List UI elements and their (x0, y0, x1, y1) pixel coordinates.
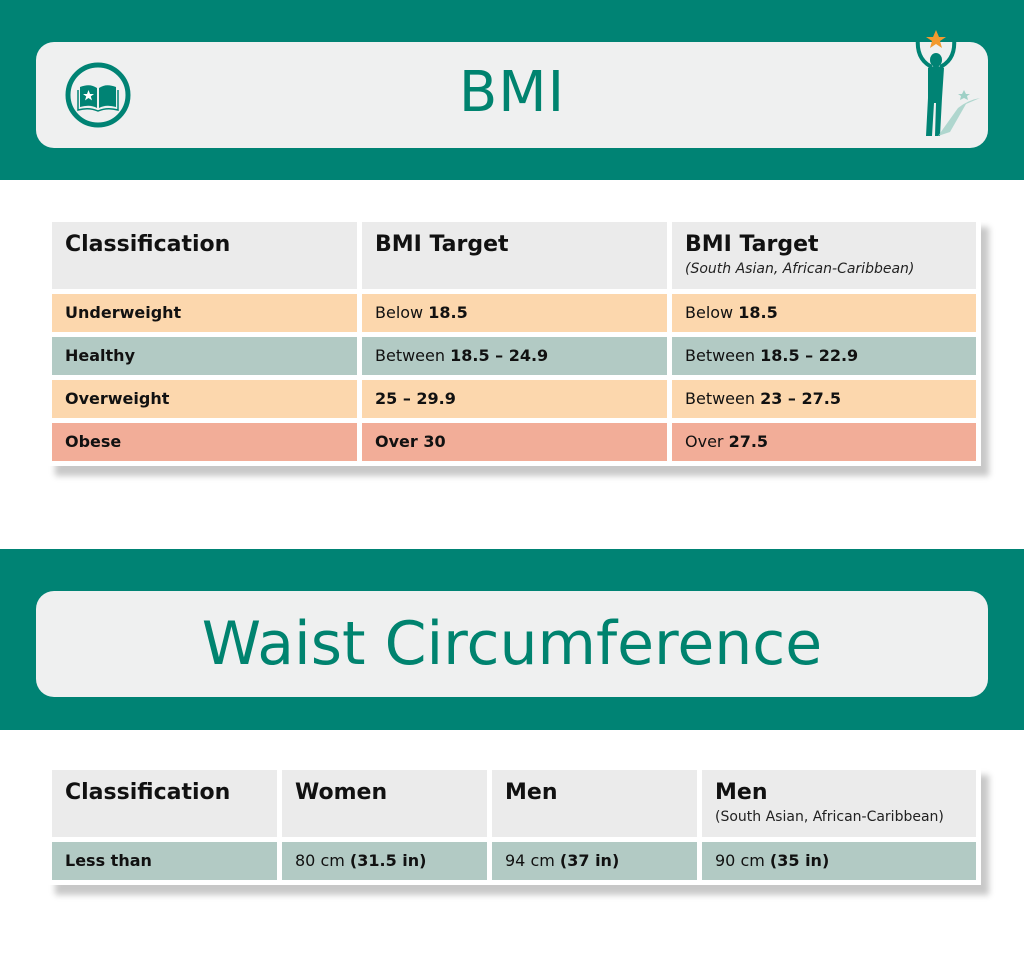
classification-cell: Less than (52, 842, 277, 880)
header-men-ethnic: Men (South Asian, African-Caribbean) (702, 770, 976, 837)
bmi-title: BMI (458, 60, 566, 125)
header-bmi-target-ethnic: BMI Target (South Asian, African-Caribbe… (672, 222, 976, 289)
header-subtitle: (South Asian, African-Caribbean) (715, 809, 944, 826)
waist-table-header-row: Classification Women Men Men (South Asia… (52, 770, 976, 837)
table-row-overweight: Overweight 25 – 29.9 Between 23 – 27.5 (52, 380, 976, 418)
classification-cell: Underweight (52, 294, 357, 332)
table-row-less-than: Less than 80 cm (31.5 in) 94 cm (37 in) … (52, 842, 976, 880)
header-subtitle: (South Asian, African-Caribbean) (685, 261, 915, 278)
classification-cell: Healthy (52, 337, 357, 375)
bmi-target-cell: Over 30 (362, 423, 667, 461)
header-bmi-target: BMI Target (362, 222, 667, 289)
header-classification: Classification (52, 770, 277, 837)
bmi-target-cell: Below 18.5 (362, 294, 667, 332)
person-reaching-star-icon (915, 30, 980, 136)
bmi-title-card: BMI (36, 30, 988, 148)
waist-title: Waist Circumference (201, 609, 823, 679)
header-classification: Classification (52, 222, 357, 289)
bmi-target-ethnic-cell: Between 18.5 – 22.9 (672, 337, 976, 375)
bmi-target-ethnic-cell: Between 23 – 27.5 (672, 380, 976, 418)
table-row-healthy: Healthy Between 18.5 – 24.9 Between 18.5… (52, 337, 976, 375)
bmi-header-band: BMI (0, 0, 1024, 180)
classification-cell: Overweight (52, 380, 357, 418)
table-row-obese: Obese Over 30 Over 27.5 (52, 423, 976, 461)
bmi-target-ethnic-cell: Below 18.5 (672, 294, 976, 332)
bmi-target-cell: 25 – 29.9 (362, 380, 667, 418)
header-men: Men (492, 770, 697, 837)
waist-header-band: Waist Circumference (0, 549, 1024, 730)
men-cell: 94 cm (37 in) (492, 842, 697, 880)
bmi-table-header-row: Classification BMI Target BMI Target (So… (52, 222, 976, 289)
waist-table: Classification Women Men Men (South Asia… (47, 765, 981, 885)
table-row-underweight: Underweight Below 18.5 Below 18.5 (52, 294, 976, 332)
bmi-table: Classification BMI Target BMI Target (So… (47, 217, 981, 466)
bmi-target-ethnic-cell: Over 27.5 (672, 423, 976, 461)
bmi-target-cell: Between 18.5 – 24.9 (362, 337, 667, 375)
waist-title-card: Waist Circumference (36, 591, 988, 697)
classification-cell: Obese (52, 423, 357, 461)
women-cell: 80 cm (31.5 in) (282, 842, 487, 880)
header-women: Women (282, 770, 487, 837)
men-ethnic-cell: 90 cm (35 in) (702, 842, 976, 880)
